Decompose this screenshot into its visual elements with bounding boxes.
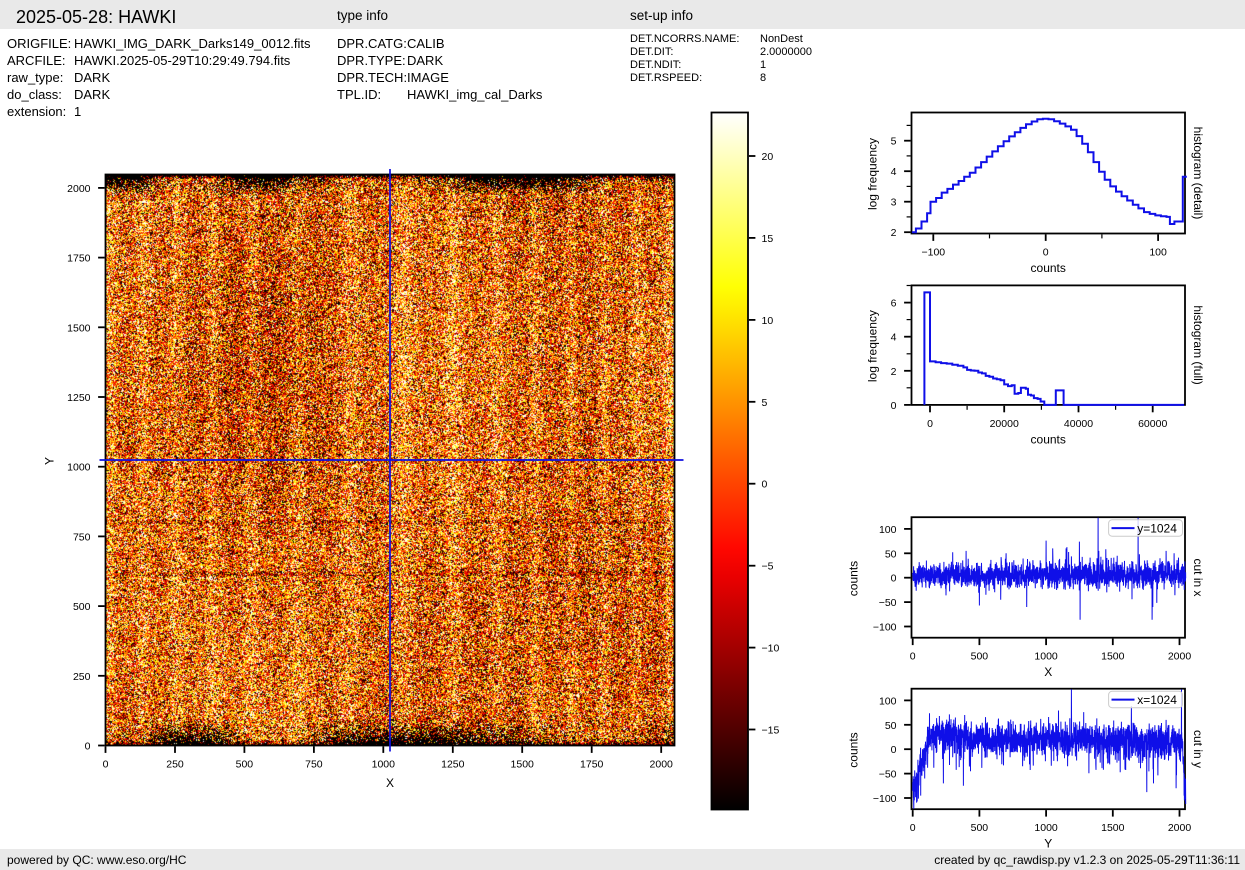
svg-text:15: 15 (762, 233, 774, 245)
svg-text:X: X (386, 776, 394, 790)
svg-text:0: 0 (762, 479, 768, 491)
svg-text:Y: Y (1044, 837, 1052, 851)
svg-text:40000: 40000 (1064, 418, 1093, 430)
svg-text:500: 500 (971, 822, 989, 834)
svg-text:4: 4 (891, 332, 897, 344)
svg-text:20: 20 (762, 151, 774, 163)
svg-text:2000: 2000 (1168, 822, 1192, 834)
svg-text:histogram (full): histogram (full) (1191, 305, 1205, 384)
svg-text:cut in y: cut in y (1191, 730, 1205, 768)
svg-text:0: 0 (85, 741, 91, 753)
svg-text:y=1024: y=1024 (1137, 522, 1177, 536)
svg-text:0: 0 (103, 759, 109, 771)
svg-text:60000: 60000 (1138, 418, 1167, 430)
svg-text:1750: 1750 (580, 759, 604, 771)
svg-text:−50: −50 (879, 769, 897, 781)
svg-text:500: 500 (73, 601, 91, 613)
svg-text:2000: 2000 (650, 759, 674, 771)
svg-text:5: 5 (891, 136, 897, 148)
svg-text:1500: 1500 (1101, 822, 1125, 834)
svg-text:2000: 2000 (1168, 651, 1192, 663)
svg-text:1250: 1250 (67, 392, 91, 404)
svg-text:3: 3 (891, 197, 897, 209)
svg-text:2: 2 (891, 227, 897, 239)
svg-text:counts: counts (847, 732, 861, 767)
svg-text:counts: counts (1031, 432, 1066, 446)
svg-text:log frequency: log frequency (866, 310, 880, 382)
svg-text:0: 0 (910, 651, 916, 663)
svg-text:1500: 1500 (1101, 651, 1125, 663)
svg-text:100: 100 (879, 695, 897, 707)
svg-text:750: 750 (73, 531, 91, 543)
svg-text:histogram (detail): histogram (detail) (1191, 127, 1205, 220)
svg-text:−100: −100 (873, 793, 897, 805)
svg-text:−15: −15 (762, 725, 780, 737)
svg-text:10: 10 (762, 315, 774, 327)
svg-text:500: 500 (971, 651, 989, 663)
svg-text:4: 4 (891, 166, 897, 178)
svg-text:0: 0 (927, 418, 933, 430)
svg-text:1750: 1750 (67, 253, 91, 265)
svg-text:−10: −10 (762, 643, 780, 655)
svg-text:2000: 2000 (67, 183, 91, 195)
svg-text:1000: 1000 (372, 759, 396, 771)
svg-text:−100: −100 (921, 247, 945, 259)
svg-text:500: 500 (236, 759, 254, 771)
svg-text:1000: 1000 (1034, 651, 1058, 663)
svg-text:0: 0 (891, 573, 897, 585)
svg-text:250: 250 (73, 671, 91, 683)
svg-text:counts: counts (847, 561, 861, 596)
svg-text:50: 50 (885, 720, 897, 732)
svg-text:5: 5 (762, 397, 768, 409)
svg-text:100: 100 (879, 524, 897, 536)
svg-text:0: 0 (891, 400, 897, 412)
svg-text:−100: −100 (873, 622, 897, 634)
svg-text:Y: Y (43, 457, 57, 465)
svg-text:1500: 1500 (67, 322, 91, 334)
svg-text:0: 0 (1043, 247, 1049, 259)
svg-text:−5: −5 (762, 561, 774, 573)
svg-text:1000: 1000 (1034, 822, 1058, 834)
svg-text:0: 0 (910, 822, 916, 834)
svg-text:50: 50 (885, 548, 897, 560)
svg-text:X: X (1044, 665, 1052, 679)
svg-text:log frequency: log frequency (866, 138, 880, 210)
svg-text:2: 2 (891, 366, 897, 378)
svg-text:x=1024: x=1024 (1137, 693, 1177, 707)
svg-text:1500: 1500 (511, 759, 535, 771)
svg-text:cut in x: cut in x (1191, 558, 1205, 596)
svg-text:−50: −50 (879, 597, 897, 609)
svg-text:20000: 20000 (990, 418, 1019, 430)
svg-text:1000: 1000 (67, 462, 91, 474)
svg-text:100: 100 (1149, 247, 1167, 259)
svg-text:250: 250 (166, 759, 184, 771)
svg-text:1250: 1250 (441, 759, 465, 771)
svg-text:counts: counts (1031, 261, 1066, 275)
svg-text:0: 0 (891, 744, 897, 756)
svg-text:750: 750 (305, 759, 323, 771)
svg-text:6: 6 (891, 298, 897, 310)
